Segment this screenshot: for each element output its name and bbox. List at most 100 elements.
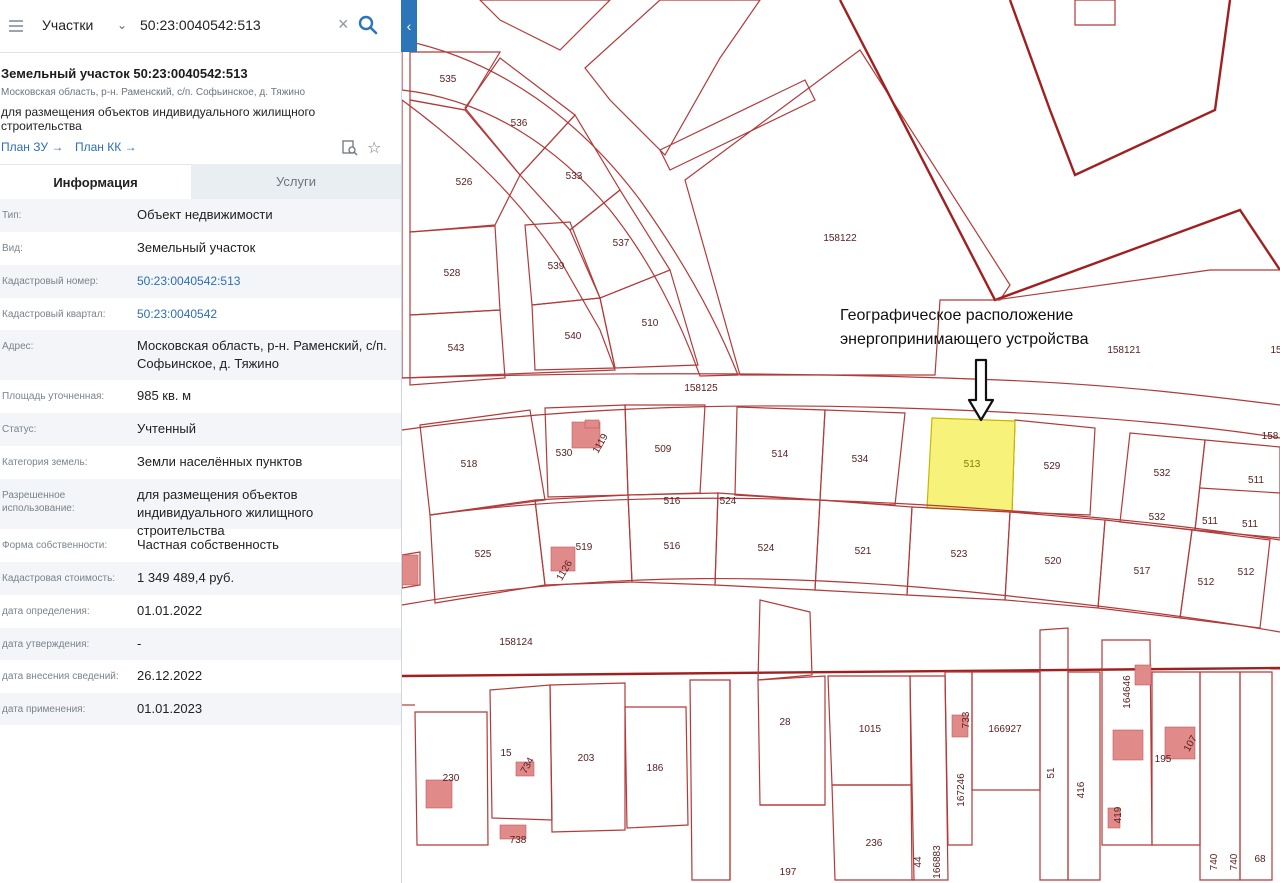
object-address: Московская область, р-н. Раменский, с/п.…	[1, 87, 306, 98]
info-row-value: Объект недвижимости	[137, 207, 273, 222]
label-28: 28	[779, 717, 791, 728]
info-row-key: Категория земель:	[2, 457, 88, 468]
info-row-key: Форма собственности:	[2, 540, 108, 551]
label-167246: 167246	[956, 773, 967, 807]
label-536: 536	[511, 118, 528, 129]
info-row: дата определения: 01.01.2022	[0, 595, 401, 628]
annotation-line-1: Географическое расположение	[840, 307, 1073, 324]
label-509: 509	[655, 444, 672, 455]
label-1119: 1119	[591, 432, 611, 456]
label-738: 738	[510, 835, 527, 846]
label-230: 230	[443, 773, 460, 784]
label-521: 521	[855, 546, 872, 557]
label-158125: 158125	[684, 383, 718, 394]
info-row: Адрес: Московская область, р-н. Раменский…	[0, 330, 401, 380]
info-row-key: дата применения:	[2, 704, 86, 715]
search-bar: Участки ⌄ 50:23:0040542:513 ×	[0, 0, 401, 53]
label-158124: 158124	[499, 637, 533, 648]
label-513: 513	[964, 459, 981, 470]
star-icon[interactable]: ☆	[367, 138, 381, 158]
label-526: 526	[456, 177, 473, 188]
info-row: Категория земель: Земли населённых пункто…	[0, 446, 401, 479]
label-524: 524	[758, 543, 775, 554]
label-525: 525	[475, 549, 492, 560]
info-row-value: 01.01.2023	[137, 701, 203, 716]
plan-zu-link[interactable]: План ЗУ →	[1, 140, 63, 154]
info-row: Кадастровый номер: 50:23:0040542:513	[0, 265, 401, 298]
label-520: 520	[1045, 556, 1062, 567]
label-203: 203	[578, 753, 595, 764]
label-530: 530	[556, 448, 573, 459]
search-input[interactable]: 50:23:0040542:513	[140, 17, 261, 33]
info-row-key: дата утверждения:	[2, 639, 90, 650]
info-row: дата утверждения: -	[0, 628, 401, 660]
info-row-key: дата определения:	[2, 606, 90, 617]
label-195: 195	[1155, 754, 1172, 765]
label-416: 416	[1076, 781, 1087, 798]
info-row-value: 01.01.2022	[137, 603, 203, 618]
label-529: 529	[1044, 461, 1061, 472]
annotation-line-2: энергопринимающего устройства	[840, 331, 1089, 348]
info-row: Площадь уточненная: 985 кв. м	[0, 380, 401, 413]
label-51: 51	[1046, 767, 1057, 779]
label-740b: 740	[1229, 853, 1240, 870]
label-733: 733	[961, 711, 972, 728]
tab-services[interactable]: Услуги	[191, 164, 401, 199]
chevron-down-icon[interactable]: ⌄	[117, 18, 127, 32]
info-row-link[interactable]: 50:23:0040542	[137, 305, 387, 323]
info-row: Кадастровая стоимость: 1 349 489,4 руб.	[0, 562, 401, 595]
label-15b: 15	[500, 748, 512, 759]
label-1126: 1126	[555, 558, 575, 583]
collapse-panel-button[interactable]: ‹	[401, 0, 417, 52]
info-row-key: Статус:	[2, 424, 37, 435]
label-543: 543	[448, 343, 465, 354]
info-row-value: 985 кв. м	[137, 388, 192, 403]
label-1015: 1015	[859, 724, 882, 735]
info-row-link[interactable]: 50:23:0040542:513	[137, 272, 387, 290]
label-734: 734	[519, 755, 537, 775]
label-15: 15	[1270, 345, 1280, 356]
info-row: Тип: Объект недвижимости	[0, 199, 401, 232]
info-row-key: Кадастровая стоимость:	[2, 573, 116, 584]
clear-icon[interactable]: ×	[338, 14, 349, 35]
label-511b: 511	[1202, 516, 1218, 527]
label-532a: 532	[1154, 468, 1171, 479]
label-166927: 166927	[988, 724, 1022, 735]
object-type-select[interactable]: Участки	[42, 17, 93, 33]
tab-info[interactable]: Информация	[0, 164, 191, 200]
label-518: 518	[461, 459, 478, 470]
info-row-value: Частная собственность	[137, 537, 279, 552]
info-row-value: Земли населённых пунктов	[137, 454, 303, 469]
info-row-value: 26.12.2022	[137, 668, 203, 683]
label-158121: 158121	[1107, 345, 1141, 356]
object-title: Земельный участок 50:23:0040542:513	[1, 66, 248, 81]
label-511c: 511	[1242, 519, 1258, 530]
label-516-street: 516	[664, 496, 681, 507]
label-532b: 532	[1149, 512, 1166, 523]
info-panel: Участки ⌄ 50:23:0040542:513 × Земельный …	[0, 0, 402, 883]
label-740a: 740	[1209, 853, 1220, 870]
document-search-icon[interactable]	[342, 140, 358, 156]
label-164646: 164646	[1122, 675, 1133, 709]
search-icon[interactable]	[358, 15, 378, 35]
label-535: 535	[440, 74, 457, 85]
info-row-value: Учтенный	[137, 421, 197, 436]
label-534: 534	[852, 454, 869, 465]
info-row: Статус: Учтенный	[0, 413, 401, 446]
label-236: 236	[866, 838, 883, 849]
info-row-key: Кадастровый квартал:	[2, 309, 106, 320]
plan-kk-link[interactable]: План КК →	[75, 140, 137, 154]
info-row-key: Кадастровый номер:	[2, 276, 99, 287]
info-row-key: Разрешенное использование:	[2, 490, 75, 514]
menu-icon[interactable]	[9, 20, 23, 32]
label-419: 419	[1113, 806, 1124, 823]
label-512b: 512	[1238, 567, 1255, 578]
label-528: 528	[444, 268, 461, 279]
info-row-key: Вид:	[2, 243, 23, 254]
label-158: 158	[1262, 431, 1279, 442]
label-537: 537	[613, 238, 630, 249]
arrow-down-icon	[967, 358, 995, 422]
info-row: Разрешенное использование: для размещения…	[0, 479, 401, 538]
label-68: 68	[1254, 854, 1266, 865]
info-row-key: Адрес:	[2, 341, 34, 352]
